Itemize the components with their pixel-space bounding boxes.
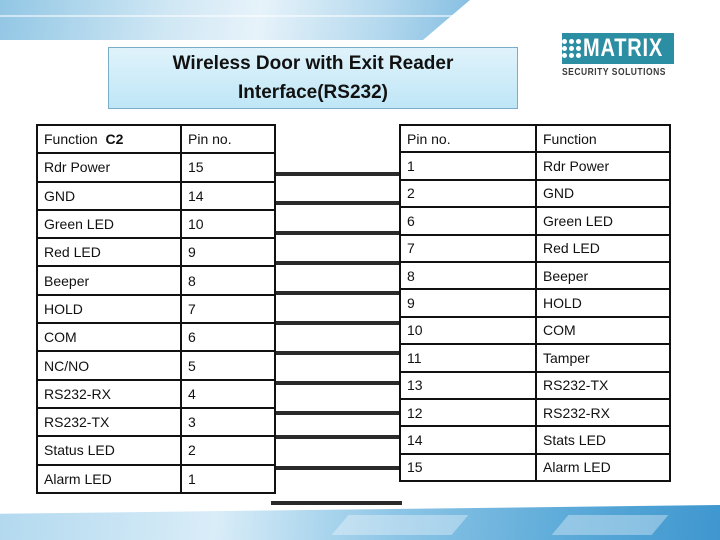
- cell-function: Red LED: [36, 237, 182, 268]
- cell-function: NC/NO: [36, 350, 182, 381]
- cell-pin: 15: [180, 152, 276, 183]
- cell-pin: 4: [180, 378, 276, 409]
- table-row: 13 RS232-TX: [399, 370, 671, 400]
- table-row: GND 14: [36, 180, 276, 211]
- cell-function: Green LED: [36, 208, 182, 240]
- table-header-row: Function C2 Pin no.: [36, 123, 276, 155]
- logo-name: MATRIX: [583, 34, 663, 62]
- cell-function: Rdr Power: [36, 152, 182, 183]
- cell-function: HOLD: [36, 293, 182, 325]
- table-row: HOLD 7: [36, 293, 276, 325]
- table-row: 12 RS232-RX: [399, 397, 671, 428]
- table-row: COM 6: [36, 322, 276, 353]
- cell-pin: 6: [399, 206, 537, 236]
- cell-function: HOLD: [535, 288, 671, 318]
- table-row: Red LED 9: [36, 237, 276, 268]
- table-row: RS232-TX 3: [36, 406, 276, 438]
- cell-function: Red LED: [535, 233, 671, 263]
- cell-function: RS232-RX: [36, 378, 182, 409]
- cell-pin: 2: [399, 178, 537, 209]
- cell-function: Stats LED: [535, 425, 671, 455]
- cell-function: Beeper: [36, 265, 182, 296]
- cell-function: GND: [36, 180, 182, 211]
- table-row: Green LED 10: [36, 208, 276, 240]
- slide-title-box: Wireless Door with Exit Reader Interface…: [108, 47, 518, 109]
- table-row: 1 Rdr Power: [399, 151, 671, 181]
- matrix-logo: MATRIX SECURITY SOLUTIONS: [562, 33, 674, 81]
- cell-function: Rdr Power: [535, 151, 671, 181]
- cell-pin: 13: [399, 370, 537, 400]
- top-decorative-banner: [0, 0, 470, 40]
- table-row: RS232-RX 4: [36, 378, 276, 409]
- slide-title: Wireless Door with Exit Reader Interface…: [172, 53, 454, 103]
- cell-pin: 1: [180, 463, 276, 494]
- cell-function: RS232-TX: [535, 370, 671, 400]
- header-function: Function: [535, 123, 671, 154]
- cell-function: Alarm LED: [36, 463, 182, 494]
- table-row: Beeper 8: [36, 265, 276, 296]
- table-row: 2 GND: [399, 178, 671, 209]
- table-row: 9 HOLD: [399, 288, 671, 318]
- header-pin: Pin no.: [180, 123, 276, 155]
- connector-label: C2: [105, 131, 124, 148]
- cell-function: Alarm LED: [535, 452, 671, 483]
- table-row: 14 Stats LED: [399, 425, 671, 455]
- table-row: 15 Alarm LED: [399, 452, 671, 483]
- logo-tagline: SECURITY SOLUTIONS: [562, 67, 666, 78]
- cell-pin: 7: [180, 293, 276, 325]
- table-row: 8 Beeper: [399, 260, 671, 291]
- table-row: NC/NO 5: [36, 350, 276, 381]
- cell-pin: 5: [180, 350, 276, 381]
- logo-mark: MATRIX: [562, 33, 674, 64]
- cell-pin: 8: [180, 265, 276, 296]
- cell-function: RS232-TX: [36, 406, 182, 438]
- cell-function: RS232-RX: [535, 397, 671, 428]
- cell-pin: 14: [399, 425, 537, 455]
- cell-pin: 14: [180, 180, 276, 211]
- bottom-decorative-banner: [0, 505, 720, 540]
- table-header-row: Pin no. Function: [399, 123, 671, 154]
- cell-pin: 8: [399, 260, 537, 291]
- cell-pin: 3: [180, 406, 276, 438]
- cell-pin: 6: [180, 322, 276, 353]
- cell-pin: 10: [180, 208, 276, 240]
- cell-pin: 9: [180, 237, 276, 268]
- table-row: 6 Green LED: [399, 206, 671, 236]
- matrix-dots-icon: [562, 33, 581, 64]
- cell-pin: 2: [180, 435, 276, 466]
- cell-pin: 11: [399, 343, 537, 373]
- cell-function: Status LED: [36, 435, 182, 466]
- cell-function: GND: [535, 178, 671, 209]
- table-row: Status LED 2: [36, 435, 276, 466]
- cell-function: Beeper: [535, 260, 671, 291]
- table-row: 10 COM: [399, 315, 671, 346]
- cell-function: COM: [36, 322, 182, 353]
- cell-pin: 10: [399, 315, 537, 346]
- cell-pin: 9: [399, 288, 537, 318]
- cell-pin: 12: [399, 397, 537, 428]
- header-pin: Pin no.: [399, 123, 537, 154]
- cell-function: Tamper: [535, 343, 671, 373]
- table-row: Rdr Power 15: [36, 152, 276, 183]
- cell-function: Green LED: [535, 206, 671, 236]
- cell-pin: 15: [399, 452, 537, 483]
- table-row: Alarm LED 1: [36, 463, 276, 494]
- reader-pin-table: Pin no. Function 1 Rdr Power 2 GND 6 Green LE…: [399, 123, 671, 483]
- cell-pin: 7: [399, 233, 537, 263]
- header-function: Function C2: [36, 123, 182, 155]
- table-row: 7 Red LED: [399, 233, 671, 263]
- table-row: 11 Tamper: [399, 343, 671, 373]
- c2-pin-table: Function C2 Pin no. Rdr Power 15 GND 14 Gree…: [36, 123, 276, 494]
- cell-function: COM: [535, 315, 671, 346]
- cell-pin: 1: [399, 151, 537, 181]
